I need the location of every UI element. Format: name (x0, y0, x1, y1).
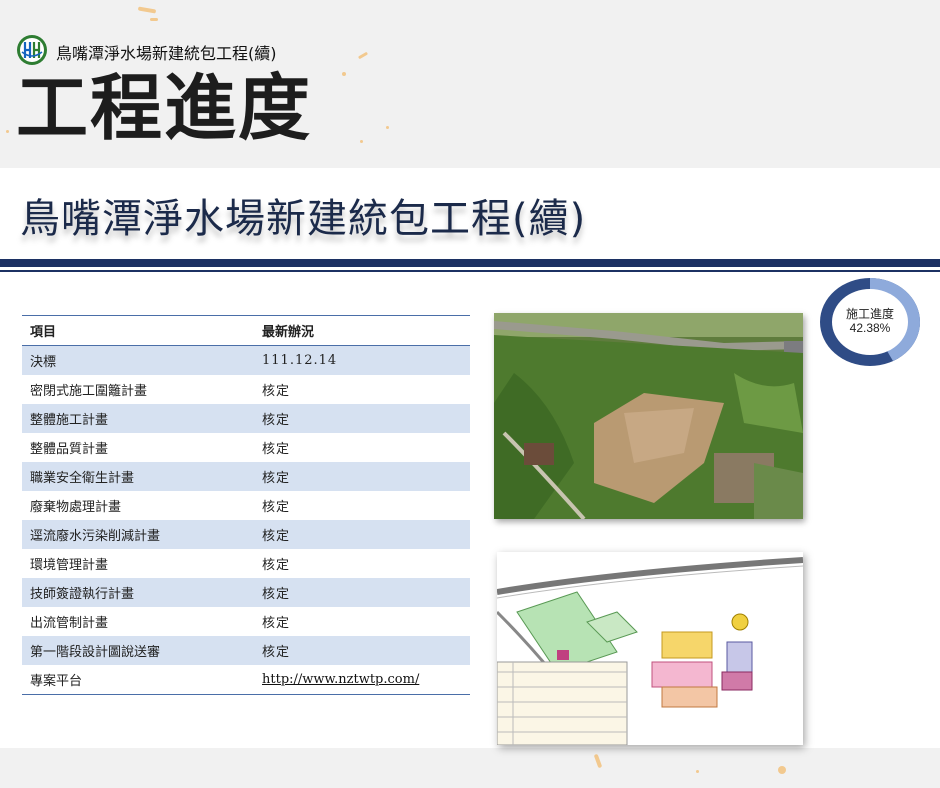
table-row: 密閉式施工圍籬計畫 核定 (22, 375, 470, 404)
row-status: 核定 (254, 462, 470, 491)
progress-value: 42.38% (849, 321, 891, 335)
decor-dot (342, 72, 346, 76)
aerial-photo-icon (494, 313, 803, 519)
decor-dash (150, 18, 158, 21)
table-row: 第一階段設計圖說送審 核定 (22, 636, 470, 665)
decor-dot (386, 126, 389, 129)
row-status: 核定 (262, 442, 291, 457)
table-row: 專案平台 http://www.nztwtp.com/ (22, 665, 470, 695)
decor-dot (6, 130, 9, 133)
table-row: 職業安全衛生計畫 核定 (22, 462, 470, 491)
decor-dot (778, 766, 786, 774)
table-header-row: 項目 最新辦況 (22, 315, 470, 346)
table-row: 整體品質計畫 核定 (22, 433, 470, 462)
row-item: 廢棄物處理計畫 (30, 500, 122, 515)
row-status: 核定 (262, 616, 291, 631)
section-title: 工程進度 (16, 65, 313, 150)
title-divider (0, 259, 940, 267)
row-item: 逕流廢水污染削減計畫 (22, 520, 254, 549)
project-name: 鳥嘴潭淨水場新建統包工程(續) (56, 44, 277, 63)
row-status: 核定 (262, 500, 291, 515)
row-item: 整體施工計畫 (22, 404, 254, 433)
row-item: 決標 (22, 345, 254, 375)
row-item: 第一階段設計圖說送審 (22, 636, 254, 665)
row-status: 核定 (254, 636, 470, 665)
table-row: 廢棄物處理計畫 核定 (22, 491, 470, 520)
column-header-item: 項目 (22, 315, 254, 346)
row-item: 專案平台 (22, 665, 254, 695)
table-row: 環境管理計畫 核定 (22, 549, 470, 578)
row-item: 職業安全衛生計畫 (22, 462, 254, 491)
row-status-link-cell: http://www.nztwtp.com/ (254, 665, 470, 695)
table-row: 技師簽證執行計畫 核定 (22, 578, 470, 607)
row-status: 核定 (254, 520, 470, 549)
row-status: 核定 (262, 384, 291, 399)
decor-dot (696, 770, 699, 773)
table-row: 整體施工計畫 核定 (22, 404, 470, 433)
row-item: 技師簽證執行計畫 (22, 578, 254, 607)
table-row: 逕流廢水污染削減計畫 核定 (22, 520, 470, 549)
row-item: 出流管制計畫 (30, 616, 109, 631)
row-status: 核定 (254, 404, 470, 433)
title-divider-thin (0, 270, 940, 272)
project-platform-link[interactable]: http://www.nztwtp.com/ (262, 672, 419, 687)
company-logo-icon (17, 35, 47, 65)
row-status: 核定 (254, 578, 470, 607)
row-item: 密閉式施工圍籬計畫 (30, 384, 148, 399)
row-item: 環境管理計畫 (30, 558, 109, 573)
site-plan-icon (497, 552, 803, 745)
table-row: 出流管制計畫 核定 (22, 607, 470, 636)
row-status: 核定 (262, 558, 291, 573)
row-item: 整體品質計畫 (30, 442, 109, 457)
decor-dot (360, 140, 363, 143)
progress-label: 施工進度 (845, 307, 894, 321)
row-status: 111.12.14 (254, 345, 470, 375)
column-header-status: 最新辦況 (254, 315, 470, 346)
progress-label-group: 施工進度 42.38% (830, 307, 910, 335)
footer-band (0, 748, 940, 788)
status-table: 項目 最新辦況 決標 111.12.14 密閉式施工圍籬計畫 核定 整體施工計畫 核定… (22, 315, 470, 695)
slide-title: 鳥嘴潭淨水場新建統包工程(續) (20, 196, 587, 242)
table-row: 決標 111.12.14 (22, 345, 470, 375)
